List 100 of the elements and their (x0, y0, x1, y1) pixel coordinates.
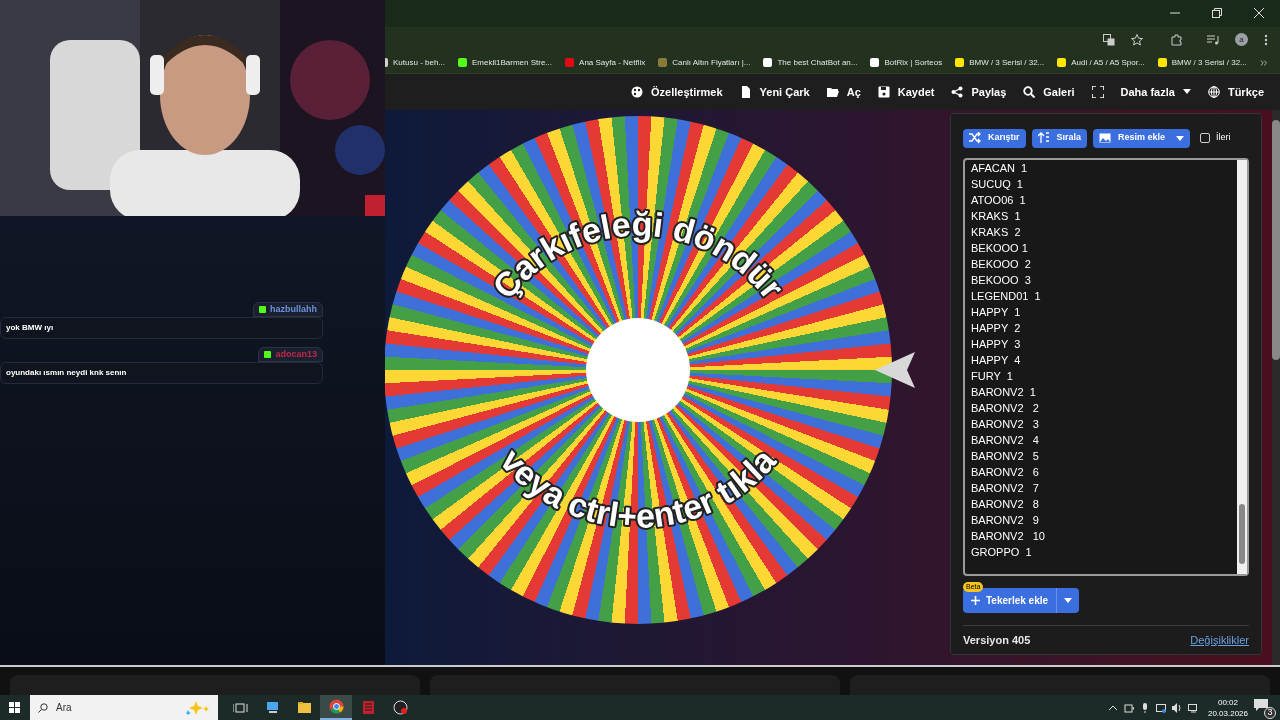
entry-line: BEKOOO 1 (971, 240, 1029, 256)
button-label: Tekerlek ekle (986, 593, 1049, 608)
entry-line: FURY 1 (971, 368, 1014, 384)
chat-message: oyundakı ısmın neydi knk senın (0, 362, 323, 384)
search-icon (38, 702, 48, 713)
search-icon (1023, 85, 1036, 98)
caret-icon[interactable] (1064, 597, 1073, 603)
screen-icon[interactable] (1155, 702, 1166, 713)
panel-button[interactable]: Resim ekle (1093, 128, 1191, 148)
entry-line: BARONV2 9 (971, 512, 1040, 528)
bookmark-link[interactable]: BMW / 3 Serisi / 32... (969, 56, 1045, 69)
bookmark-link[interactable]: BotRix | Sorteos (884, 56, 943, 69)
menu-icon[interactable] (1264, 33, 1268, 46)
version-text: Versiyon 405 (963, 632, 1031, 648)
entry-line: BARONV2 1 (971, 384, 1037, 400)
caret-icon (1176, 135, 1185, 141)
app-icon (360, 700, 376, 715)
extensions-icon[interactable] (1171, 33, 1183, 46)
folder-icon (826, 85, 839, 98)
floppy-icon (877, 85, 890, 98)
toolbar-button[interactable]: Yeni Çark (739, 83, 810, 101)
notification-count: 3 (1264, 706, 1276, 719)
taskview-icon (232, 700, 248, 715)
entries-textarea[interactable] (963, 157, 1249, 576)
entry-line: HAPPY 4 (971, 352, 1022, 368)
chat-message: yok BMW ıyı (0, 317, 323, 339)
caret-icon (1182, 89, 1191, 95)
entry-line: KRAKS 1 (971, 208, 1022, 224)
clock[interactable]: 00:02 20.03.2026 (1207, 696, 1248, 719)
entry-line: HAPPY 2 (971, 320, 1022, 336)
pointer-icon (875, 351, 915, 388)
globe-icon (1207, 85, 1220, 98)
fullscreen-icon[interactable] (1091, 85, 1104, 98)
close-icon[interactable] (1254, 8, 1264, 19)
entry-line: GROPPO 1 (971, 544, 1033, 560)
computer-icon (264, 700, 280, 715)
username: adocan13 (275, 347, 317, 361)
message-icon (1254, 698, 1268, 711)
username: hazbullahh (270, 302, 317, 316)
plus-icon (971, 595, 980, 605)
toolbar-button[interactable]: Galeri (1023, 83, 1075, 101)
entry-line: ATOO06 1 (971, 192, 1027, 208)
scrollbar[interactable] (1237, 159, 1247, 574)
taskbar-button[interactable] (320, 695, 352, 720)
bookmark-link[interactable]: Emekli1Barmen Stre... (472, 56, 553, 69)
panel-button[interactable]: Karıştır (963, 128, 1026, 148)
checkbox-label: İleri (1216, 131, 1231, 145)
page-scrollbar[interactable] (1272, 109, 1280, 665)
file-icon (739, 85, 752, 98)
toolbar-button[interactable]: Kaydet (877, 83, 935, 101)
bookmark-link[interactable]: Kutusu - beh... (393, 56, 446, 69)
toolbar-button[interactable]: Özelleştirmek (631, 83, 723, 101)
entry-line: HAPPY 3 (971, 336, 1022, 352)
entry-line: LEGEND01 1 (971, 288, 1042, 304)
checkbox[interactable] (1200, 133, 1211, 143)
entry-line: SUCUQ 1 (971, 176, 1024, 192)
time-text: 00:02 (1217, 696, 1238, 708)
media-icon[interactable] (1207, 33, 1219, 46)
kick-icon (264, 351, 272, 358)
palette-icon (631, 85, 643, 98)
toolbar-button[interactable]: Türkçe (1207, 83, 1264, 101)
toolbar-button[interactable]: Aç (826, 83, 861, 101)
star-icon[interactable] (1131, 33, 1143, 46)
entry-line: KRAKS 2 (971, 224, 1022, 240)
panel-button[interactable]: Sırala (1031, 128, 1088, 148)
entry-line: BEKOOO 3 (971, 272, 1032, 288)
sparkle-icon (186, 700, 210, 715)
toolbar-button[interactable]: Paylaş (951, 83, 1007, 101)
entry-line: BARONV2 10 (971, 528, 1046, 544)
entry-line: BARONV2 7 (971, 480, 1040, 496)
network-icon[interactable] (1187, 702, 1198, 713)
entry-line: BARONV2 2 (971, 400, 1040, 416)
image-icon (1099, 132, 1112, 144)
notification-button[interactable]: 3 (1254, 696, 1276, 719)
chrome-icon (328, 699, 344, 714)
entry-line: BARONV2 4 (971, 432, 1040, 448)
entry-line: HAPPY 1 (971, 304, 1022, 320)
bookmark-link[interactable]: BMW / 3 Serisi / 32... (1171, 56, 1247, 69)
bookmark-link[interactable]: The best ChatBot an... (777, 56, 858, 69)
date-text: 20.03.2026 (1207, 707, 1248, 719)
folder-icon (296, 700, 312, 715)
entry-line: BARONV2 5 (971, 448, 1040, 464)
changes-link[interactable]: Değişiklikler (1190, 631, 1249, 648)
bookmark-link[interactable]: Ana Sayfa - Netflix (579, 56, 646, 69)
entry-line: BARONV2 6 (971, 464, 1040, 480)
bookmark-link[interactable]: Audi / A5 / A5 Spor... (1071, 56, 1145, 69)
restore-icon[interactable] (1212, 8, 1222, 19)
bookmark-link[interactable]: Canlı Altın Fiyatları |... (672, 56, 751, 69)
search-field[interactable]: Ara (30, 695, 218, 720)
entry-line: AFACAN 1 (971, 160, 1029, 176)
obs-icon (392, 700, 408, 715)
volume-icon[interactable] (1171, 702, 1182, 713)
translate-icon[interactable] (1103, 33, 1115, 46)
entry-line: BEKOOO 2 (971, 256, 1032, 272)
shuffle-icon (969, 132, 981, 144)
camera-icon[interactable] (1123, 702, 1134, 713)
kick-icon (259, 306, 266, 313)
share-icon (951, 85, 964, 98)
profile-avatar[interactable]: a (1235, 33, 1248, 46)
toolbar-button[interactable]: Daha fazla (1120, 83, 1191, 101)
